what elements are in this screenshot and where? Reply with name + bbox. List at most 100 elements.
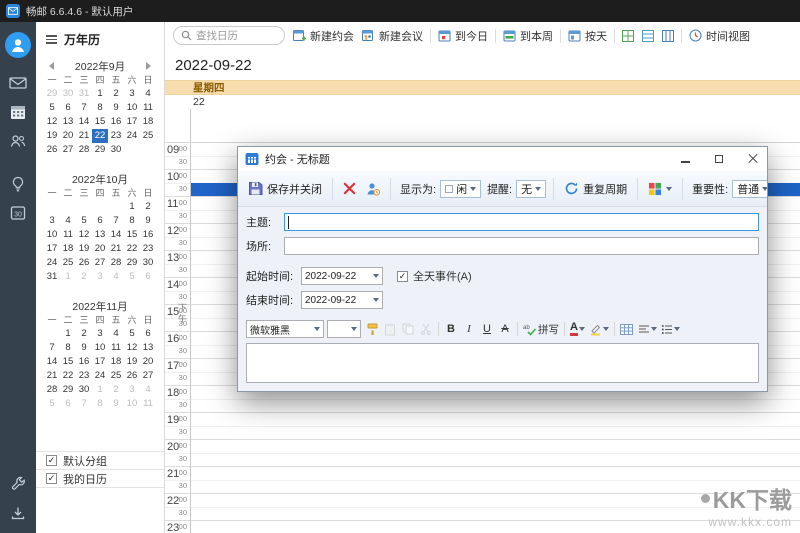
font-color-button[interactable]: A [569, 321, 586, 337]
mini-day[interactable]: 9 [108, 101, 124, 115]
mini-day[interactable]: 29 [124, 256, 140, 270]
view-columns-button[interactable] [659, 28, 677, 44]
mini-day[interactable]: 23 [108, 129, 124, 143]
mini-day[interactable]: 26 [76, 256, 92, 270]
mini-day[interactable]: 7 [76, 397, 92, 411]
mini-day[interactable]: 21 [108, 242, 124, 256]
nav-monthly-calendar[interactable]: 30 [0, 198, 36, 227]
color-category-button[interactable] [645, 180, 675, 198]
mini-day[interactable]: 6 [92, 214, 108, 228]
attendees-button[interactable] [363, 180, 383, 198]
mini-day[interactable]: 17 [92, 355, 108, 369]
format-painter-button[interactable] [364, 321, 380, 337]
mini-day[interactable]: 6 [140, 327, 156, 341]
mini-day[interactable]: 28 [76, 143, 92, 157]
view-rows-button[interactable] [639, 28, 657, 44]
mini-day[interactable]: 24 [44, 256, 60, 270]
mini-day[interactable]: 3 [92, 327, 108, 341]
mini-day[interactable]: 10 [44, 228, 60, 242]
mini-day[interactable]: 3 [124, 87, 140, 101]
mini-day[interactable]: 16 [140, 228, 156, 242]
mini-day[interactable]: 5 [44, 101, 60, 115]
mini-day[interactable]: 22 [124, 242, 140, 256]
mini-day[interactable]: 18 [60, 242, 76, 256]
font-family-select[interactable]: 微软雅黑 [246, 320, 324, 338]
mini-day[interactable]: 4 [60, 214, 76, 228]
mini-day[interactable]: 9 [108, 397, 124, 411]
mini-day[interactable]: 10 [92, 341, 108, 355]
location-input[interactable] [284, 237, 759, 255]
mini-day[interactable]: 1 [60, 327, 76, 341]
list-button[interactable] [660, 321, 681, 337]
mini-day[interactable]: 24 [92, 369, 108, 383]
calendar-group-my-calendar[interactable]: 我的日历 [36, 470, 164, 488]
menu-icon[interactable] [46, 35, 57, 44]
mini-day[interactable]: 9 [140, 214, 156, 228]
mini-day[interactable]: 27 [140, 369, 156, 383]
dialog-close-button[interactable] [739, 148, 767, 170]
mini-day[interactable]: 15 [92, 115, 108, 129]
dialog-maximize-button[interactable] [705, 148, 733, 170]
nav-tips[interactable] [0, 169, 36, 198]
mini-day[interactable]: 12 [44, 115, 60, 129]
nav-settings[interactable] [0, 469, 36, 498]
strikethrough-button[interactable]: A [497, 321, 513, 337]
mini-day[interactable]: 1 [124, 200, 140, 214]
mini-day[interactable]: 23 [140, 242, 156, 256]
mini-day[interactable]: 3 [124, 383, 140, 397]
mini-day[interactable]: 20 [60, 129, 76, 143]
mini-day[interactable]: 3 [44, 214, 60, 228]
mini-day[interactable]: 9 [76, 341, 92, 355]
mini-day[interactable]: 10 [124, 397, 140, 411]
mini-day[interactable]: 5 [76, 214, 92, 228]
mini-day[interactable]: 29 [92, 143, 108, 157]
mini-day[interactable]: 8 [60, 341, 76, 355]
reminder-select[interactable]: 无 [516, 180, 546, 198]
new-meeting-button[interactable]: 新建会议 [359, 26, 426, 46]
mini-day[interactable]: 18 [140, 115, 156, 129]
mini-day[interactable]: 26 [124, 369, 140, 383]
search-box[interactable] [173, 26, 285, 45]
mini-day[interactable]: 26 [44, 143, 60, 157]
next-month-button[interactable] [146, 62, 151, 70]
recurrence-button[interactable]: 重复周期 [561, 179, 630, 199]
mini-day[interactable]: 25 [108, 369, 124, 383]
importance-select[interactable]: 普通 [732, 180, 767, 198]
my-calendar-checkbox[interactable] [46, 473, 57, 484]
mini-day[interactable]: 20 [140, 355, 156, 369]
mini-day[interactable]: 28 [108, 256, 124, 270]
mini-day[interactable]: 12 [124, 341, 140, 355]
calendar-group-default[interactable]: 默认分组 [36, 452, 164, 470]
mini-day[interactable]: 30 [76, 383, 92, 397]
mini-day[interactable]: 1 [92, 87, 108, 101]
mini-day[interactable]: 15 [124, 228, 140, 242]
nav-mail[interactable] [0, 68, 36, 97]
mini-day[interactable]: 30 [60, 87, 76, 101]
mini-day[interactable]: 25 [140, 129, 156, 143]
mini-day[interactable]: 6 [60, 101, 76, 115]
mini-day[interactable]: 7 [76, 101, 92, 115]
go-this-week-button[interactable]: 到本周 [500, 26, 556, 46]
mini-day[interactable]: 7 [108, 214, 124, 228]
end-date-select[interactable]: 2022-09-22 [301, 291, 383, 309]
mini-day[interactable]: 11 [108, 341, 124, 355]
mini-day[interactable]: 2 [76, 327, 92, 341]
default-group-checkbox[interactable] [46, 455, 57, 466]
mini-day[interactable]: 21 [44, 369, 60, 383]
allday-checkbox[interactable] [397, 271, 408, 282]
allday-checkbox-group[interactable]: 全天事件(A) [397, 268, 472, 284]
mini-day[interactable]: 5 [44, 397, 60, 411]
save-and-close-button[interactable]: 保存并关闭 [245, 179, 325, 199]
mini-day[interactable]: 2 [140, 200, 156, 214]
mini-day[interactable]: 27 [92, 256, 108, 270]
insert-table-button[interactable] [619, 321, 635, 337]
mini-day[interactable]: 14 [108, 228, 124, 242]
italic-button[interactable]: I [461, 321, 477, 337]
mini-day[interactable]: 31 [76, 87, 92, 101]
subject-input[interactable] [284, 213, 759, 231]
start-date-select[interactable]: 2022-09-22 [301, 267, 383, 285]
user-avatar[interactable] [0, 30, 36, 60]
delete-button[interactable] [340, 180, 359, 197]
mini-day[interactable]: 13 [60, 115, 76, 129]
mini-day[interactable]: 14 [44, 355, 60, 369]
